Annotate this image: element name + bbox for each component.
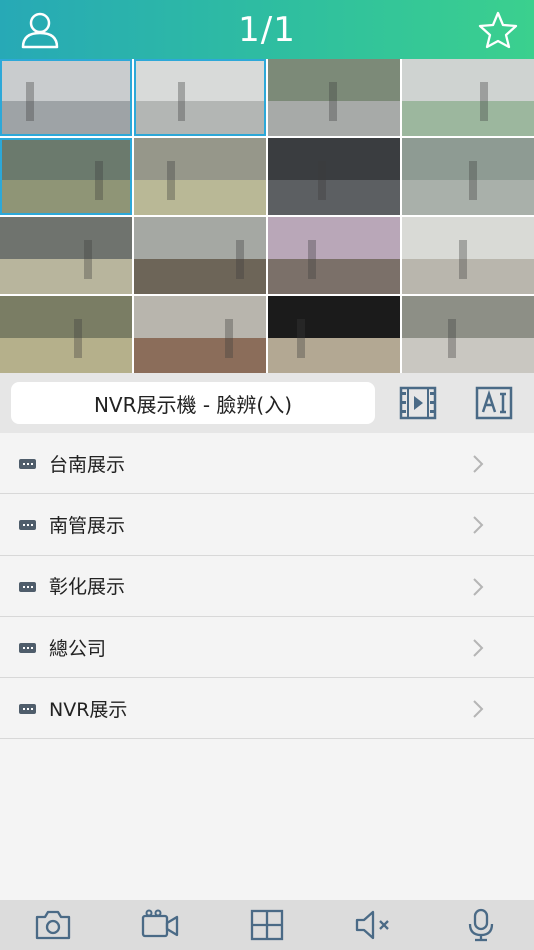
camera-tile[interactable] [0, 296, 132, 373]
list-item[interactable]: 南管展示 [0, 494, 534, 556]
camera-feed-floor [402, 338, 534, 373]
camera-feed-object [225, 319, 233, 358]
camera-selected-border [0, 59, 132, 136]
camera-feed-object [318, 161, 327, 200]
camera-feed-object [448, 319, 457, 358]
camera-feed-floor [134, 180, 266, 215]
chevron-right-icon [473, 516, 484, 535]
camera-tile[interactable] [0, 217, 132, 294]
camera-tile[interactable] [0, 138, 132, 215]
camera-tile[interactable] [268, 217, 400, 294]
camera-tile[interactable] [402, 138, 534, 215]
camera-feed-floor [268, 180, 400, 215]
camera-feed-floor [134, 338, 266, 373]
list-item[interactable]: 彰化展示 [0, 555, 534, 617]
device-bar: NVR展示機 - 臉辨(入) [0, 373, 534, 433]
camera-tile[interactable] [402, 296, 534, 373]
nvr-device-icon [19, 520, 36, 531]
list-item[interactable]: 台南展示 [0, 433, 534, 495]
chevron-right-icon [473, 700, 484, 718]
camera-feed-floor [402, 259, 534, 294]
chevron-right-icon [473, 455, 484, 473]
camera-feed-object [469, 161, 478, 200]
page-title: 1/1 [238, 9, 296, 50]
microphone-icon[interactable] [461, 907, 501, 943]
user-icon[interactable] [20, 11, 60, 49]
camera-feed-background [0, 296, 132, 339]
camera-feed-background [402, 59, 534, 102]
camera-feed-object [307, 240, 316, 279]
camera-tile[interactable] [268, 138, 400, 215]
camera-feed-background [402, 217, 534, 260]
nvr-device-icon [19, 642, 36, 653]
device-label: 總公司 [49, 637, 107, 660]
camera-tile[interactable] [134, 217, 266, 294]
grid-layout-icon[interactable] [247, 907, 287, 943]
camera-feed-object [73, 319, 82, 358]
camera-feed-floor [0, 338, 132, 373]
device-label: 南管展示 [49, 514, 126, 537]
device-list: 台南展示 南管展示 彰化展示 總公司 NVR展示 [0, 433, 534, 740]
camera-feed-background [268, 217, 400, 260]
nvr-device-icon [19, 581, 36, 592]
camera-feed-background [402, 296, 534, 339]
camera-tile[interactable] [134, 296, 266, 373]
nvr-device-icon [19, 704, 36, 715]
camera-feed-background [268, 296, 400, 339]
camera-feed-background [134, 138, 266, 181]
list-item[interactable]: 總公司 [0, 616, 534, 679]
device-label: 台南展示 [49, 453, 126, 476]
chevron-right-icon [473, 639, 484, 657]
camera-tile[interactable] [134, 138, 266, 215]
camera-feed-background [134, 296, 266, 339]
camera-tile[interactable] [402, 59, 534, 136]
speaker-mute-icon[interactable] [354, 907, 394, 943]
list-item[interactable]: NVR展示 [0, 678, 534, 740]
camera-feed-object [328, 82, 337, 121]
camera-feed-object [84, 240, 93, 279]
camera-feed-object [458, 240, 467, 279]
camera-tile[interactable] [402, 217, 534, 294]
camera-feed-floor [0, 259, 132, 294]
star-icon[interactable] [478, 10, 518, 50]
camera-feed-floor [134, 259, 266, 294]
current-device-name[interactable]: NVR展示機 - 臉辨(入) [11, 382, 375, 424]
camera-feed-background [0, 217, 132, 260]
camera-feed-object [297, 319, 305, 358]
camera-selected-border [0, 138, 132, 215]
camera-feed-background [402, 138, 534, 181]
camera-icon[interactable] [33, 907, 73, 943]
camera-feed-object [167, 161, 175, 200]
camera-feed-object [479, 82, 488, 121]
camera-grid [0, 59, 534, 373]
camera-tile[interactable] [268, 59, 400, 136]
nvr-device-icon [19, 459, 36, 469]
bottom-toolbar [0, 900, 534, 950]
camera-tile[interactable] [134, 59, 266, 136]
playback-film-icon[interactable] [399, 385, 437, 421]
camera-feed-floor [268, 338, 400, 373]
camera-selected-border [134, 59, 266, 136]
top-bar: 1/1 [0, 0, 534, 59]
camera-feed-background [268, 138, 400, 181]
video-record-icon[interactable] [140, 907, 180, 943]
camera-tile[interactable] [268, 296, 400, 373]
ai-icon[interactable] [475, 385, 513, 421]
camera-tile[interactable] [0, 59, 132, 136]
camera-feed-floor [402, 101, 534, 136]
camera-feed-floor [268, 259, 400, 294]
device-label: NVR展示 [49, 698, 128, 721]
camera-feed-floor [402, 180, 534, 215]
camera-feed-background [134, 217, 266, 260]
camera-feed-object [235, 240, 244, 279]
chevron-right-icon [473, 577, 484, 596]
device-label: 彰化展示 [49, 576, 126, 599]
